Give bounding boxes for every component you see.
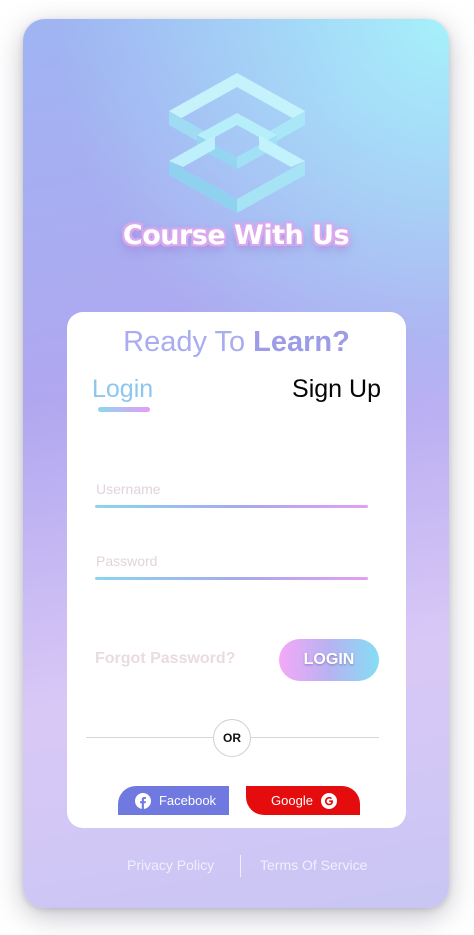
login-button[interactable]: LOGIN bbox=[279, 639, 379, 681]
forgot-password-link[interactable]: Forgot Password? bbox=[95, 650, 235, 668]
username-field-group bbox=[95, 479, 368, 508]
login-card: Ready To Learn? Login Sign Up Forgot Pas… bbox=[67, 312, 406, 828]
google-login-button[interactable]: Google bbox=[246, 786, 360, 815]
facebook-icon bbox=[134, 792, 151, 809]
username-input[interactable] bbox=[95, 479, 368, 499]
headline-prefix: Ready To bbox=[123, 326, 254, 358]
isometric-cube-logo-icon bbox=[169, 73, 305, 213]
terms-of-service-link[interactable]: Terms Of Service bbox=[260, 857, 367, 873]
active-tab-indicator bbox=[98, 407, 150, 412]
facebook-label: Facebook bbox=[158, 793, 217, 808]
google-label: Google bbox=[271, 793, 313, 808]
privacy-policy-link[interactable]: Privacy Policy bbox=[127, 857, 214, 873]
password-underline bbox=[95, 577, 368, 580]
username-underline bbox=[95, 505, 368, 508]
facebook-login-button[interactable]: Facebook bbox=[118, 786, 229, 815]
headline: Ready To Learn? bbox=[67, 326, 406, 359]
tab-login[interactable]: Login bbox=[92, 375, 153, 404]
password-field-group bbox=[95, 551, 368, 580]
password-input[interactable] bbox=[95, 551, 368, 571]
headline-emphasis: Learn? bbox=[253, 326, 350, 358]
tab-signup[interactable]: Sign Up bbox=[292, 375, 381, 404]
footer: Privacy Policy Terms Of Service bbox=[23, 855, 449, 877]
footer-separator bbox=[240, 855, 241, 877]
google-icon bbox=[320, 792, 337, 809]
brand-title: Course With Us bbox=[122, 220, 350, 251]
app-screen: Course With Us Ready To Learn? Login Sig… bbox=[23, 19, 449, 908]
or-divider-label: OR bbox=[213, 719, 251, 757]
